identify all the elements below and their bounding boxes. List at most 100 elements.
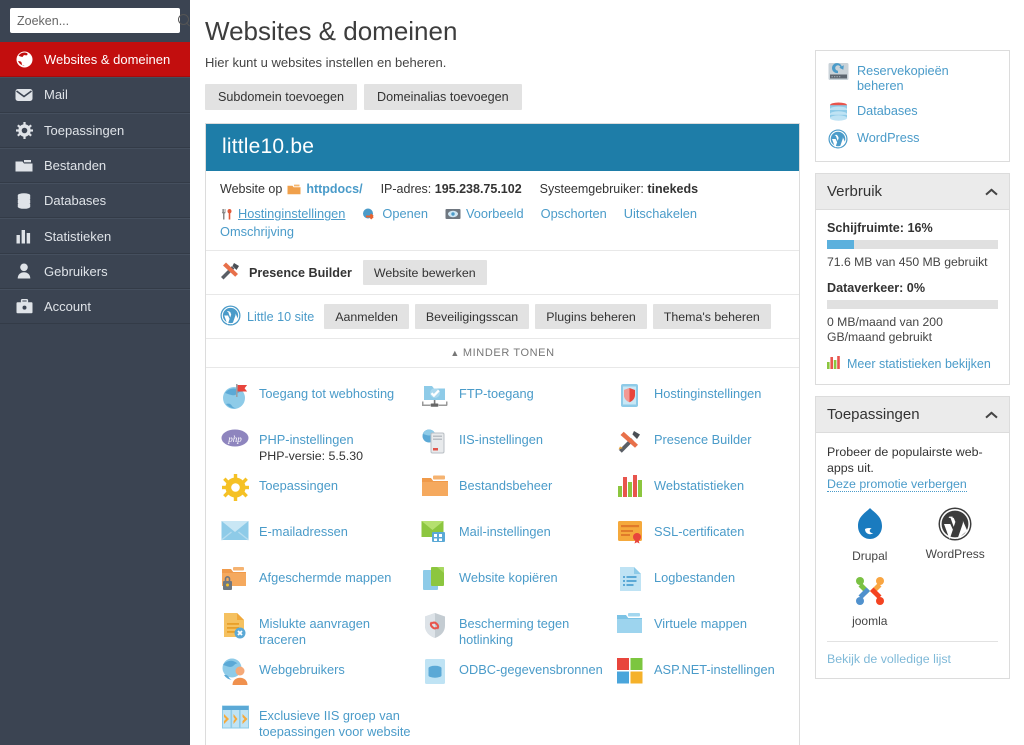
search-box[interactable] bbox=[10, 8, 189, 33]
quick-links-panel: Reservekopieën beheren Databases WordPre… bbox=[815, 50, 1010, 162]
chevron-up-icon[interactable] bbox=[985, 188, 998, 196]
sidebar-item-statistieken[interactable]: Statistieken bbox=[0, 218, 190, 254]
grid-item-toepassingen[interactable]: Toepassingen bbox=[220, 474, 420, 520]
grid-item-toegang-tot-webhosting[interactable]: Toegang tot webhosting bbox=[220, 382, 420, 428]
grid-item-iis-instellingen[interactable]: IIS-instellingen bbox=[420, 428, 615, 474]
grid-item-bestandsbeheer[interactable]: Bestandsbeheer bbox=[420, 474, 615, 520]
grid-item-link[interactable]: FTP-toegang bbox=[459, 386, 534, 402]
wordpress-site-link[interactable]: Little 10 site bbox=[247, 310, 314, 324]
sidebar-item-bestanden[interactable]: Bestanden bbox=[0, 147, 190, 184]
more-statistics-link[interactable]: Meer statistieken bekijken bbox=[847, 357, 991, 371]
action-hostinginstellingen[interactable]: Hostinginstellingen bbox=[220, 205, 345, 223]
presence-builder-row: Presence Builder Website bewerken bbox=[206, 251, 799, 295]
applications-panel-header[interactable]: Toepassingen bbox=[816, 397, 1009, 433]
sidebar-item-mail[interactable]: Mail bbox=[0, 77, 190, 113]
quick-link-label[interactable]: Reservekopieën beheren bbox=[857, 62, 998, 94]
action-voorbeeld[interactable]: Voorbeeld bbox=[445, 205, 524, 223]
grid-item-text: Hostinginstellingen bbox=[654, 382, 761, 402]
action-opschorten[interactable]: Opschorten bbox=[541, 205, 607, 223]
action-omschrijving[interactable]: Omschrijving bbox=[220, 223, 294, 241]
grid-item-link[interactable]: IIS-instellingen bbox=[459, 432, 543, 448]
sidebar-item-databases[interactable]: Databases bbox=[0, 183, 190, 219]
wp-security-scan-button[interactable]: Beveiligingsscan bbox=[414, 304, 530, 329]
grid-item-exclusieve-iis-groep[interactable]: Exclusieve IIS groep van toepassingen vo… bbox=[220, 704, 420, 745]
action-label[interactable]: Openen bbox=[382, 205, 428, 223]
grid-item-bescherming-tegen-hotlinking[interactable]: Bescherming tegen hotlinking bbox=[420, 612, 615, 658]
app-wordpress[interactable]: WordPress bbox=[913, 504, 999, 563]
grid-item-link[interactable]: Webstatistieken bbox=[654, 478, 744, 494]
grid-item-webgebruikers[interactable]: Webgebruikers bbox=[220, 658, 420, 704]
quick-link-databases[interactable]: Databases bbox=[827, 102, 998, 121]
action-label[interactable]: Opschorten bbox=[541, 205, 607, 223]
grid-item-link[interactable]: Toegang tot webhosting bbox=[259, 386, 394, 402]
grid-item-aspnet-instellingen[interactable]: ASP.NET-instellingen bbox=[615, 658, 785, 704]
grid-item-link[interactable]: ASP.NET-instellingen bbox=[654, 662, 775, 678]
action-label[interactable]: Hostinginstellingen bbox=[238, 205, 345, 223]
wp-manage-plugins-button[interactable]: Plugins beheren bbox=[535, 304, 647, 329]
hide-promo-link[interactable]: Deze promotie verbergen bbox=[827, 477, 967, 492]
grid-item-link[interactable]: Mislukte aanvragen traceren bbox=[259, 616, 414, 648]
grid-item-link[interactable]: Bestandsbeheer bbox=[459, 478, 552, 494]
action-openen[interactable]: Openen bbox=[362, 205, 428, 223]
grid-item-link[interactable]: ODBC-gegevensbronnen bbox=[459, 662, 603, 678]
action-uitschakelen[interactable]: Uitschakelen bbox=[624, 205, 697, 223]
grid-item-link[interactable]: SSL-certificaten bbox=[654, 524, 744, 540]
grid-item-ftp-toegang[interactable]: FTP-toegang bbox=[420, 382, 615, 428]
grid-item-hostinginstellingen[interactable]: Hostinginstellingen bbox=[615, 382, 785, 428]
action-label[interactable]: Voorbeeld bbox=[466, 205, 524, 223]
grid-item-php-instellingen[interactable]: php PHP-instellingen PHP-versie: 5.5.30 bbox=[220, 428, 420, 474]
grid-item-link[interactable]: Webgebruikers bbox=[259, 662, 345, 678]
docroot-link[interactable]: httpdocs/ bbox=[306, 180, 362, 198]
quick-link-label[interactable]: Databases bbox=[857, 102, 918, 119]
app-joomla[interactable]: joomla bbox=[827, 571, 913, 628]
sidebar-item-gebruikers[interactable]: Gebruikers bbox=[0, 253, 190, 290]
grid-item-link[interactable]: Afgeschermde mappen bbox=[259, 570, 391, 586]
show-less-toggle[interactable]: ▲ MINDER TONEN bbox=[206, 339, 799, 368]
sidebar-item-label: Databases bbox=[44, 193, 107, 209]
quick-link-wordpress[interactable]: WordPress bbox=[827, 129, 998, 149]
grid-item-website-kopieren[interactable]: Website kopiëren bbox=[420, 566, 615, 612]
grid-item-logbestanden[interactable]: Logbestanden bbox=[615, 566, 785, 612]
grid-item-link[interactable]: Virtuele mappen bbox=[654, 616, 747, 632]
grid-item-afgeschermde-mappen[interactable]: Afgeschermde mappen bbox=[220, 566, 420, 612]
grid-item-e-mailadressen[interactable]: E-mailadressen bbox=[220, 520, 420, 566]
grid-item-link[interactable]: Website kopiëren bbox=[459, 570, 558, 586]
add-subdomain-button[interactable]: Subdomein toevoegen bbox=[205, 84, 358, 110]
grid-item-mislukte-aanvragen-traceren[interactable]: Mislukte aanvragen traceren bbox=[220, 612, 420, 658]
grid-item-link[interactable]: Exclusieve IIS groep van toepassingen vo… bbox=[259, 708, 414, 740]
sidebar-nav: Websites & domeinen Mail Toepassingen Be… bbox=[0, 42, 190, 325]
grid-item-odbc-gegevensbronnen[interactable]: ODBC-gegevensbronnen bbox=[420, 658, 615, 704]
more-statistics-row[interactable]: Meer statistieken bekijken bbox=[827, 356, 998, 372]
full-list-link[interactable]: Bekijk de volledige lijst bbox=[827, 642, 998, 666]
grid-item-presence-builder[interactable]: Presence Builder bbox=[615, 428, 785, 474]
grid-item-ssl-certificaten[interactable]: SSL-certificaten bbox=[615, 520, 785, 566]
sidebar-item-toepassingen[interactable]: Toepassingen bbox=[0, 112, 190, 148]
sidebar-item-account[interactable]: Account bbox=[0, 289, 190, 325]
search-input[interactable] bbox=[17, 13, 178, 28]
grid-item-link[interactable]: Hostinginstellingen bbox=[654, 386, 761, 402]
grid-item-link[interactable]: Toepassingen bbox=[259, 478, 338, 494]
action-label[interactable]: Omschrijving bbox=[220, 223, 294, 241]
grid-item-link[interactable]: PHP-instellingen bbox=[259, 432, 363, 448]
app-drupal[interactable]: Drupal bbox=[827, 504, 913, 563]
grid-item-link[interactable]: Logbestanden bbox=[654, 570, 735, 586]
grid-item-link[interactable]: Presence Builder bbox=[654, 432, 751, 448]
grid-item-link[interactable]: Bescherming tegen hotlinking bbox=[459, 616, 614, 648]
promo-text: Probeer de populairste web-apps uit. bbox=[827, 445, 983, 475]
chevron-up-icon[interactable] bbox=[985, 411, 998, 419]
wp-login-button[interactable]: Aanmelden bbox=[324, 304, 409, 329]
edit-website-button[interactable]: Website bewerken bbox=[362, 260, 487, 285]
grid-item-link[interactable]: E-mailadressen bbox=[259, 524, 348, 540]
wp-manage-themes-button[interactable]: Thema's beheren bbox=[652, 304, 771, 329]
grid-item-virtuele-mappen[interactable]: Virtuele mappen bbox=[615, 612, 785, 658]
quick-link-label[interactable]: WordPress bbox=[857, 129, 920, 146]
add-domain-alias-button[interactable]: Domeinalias toevoegen bbox=[364, 84, 522, 110]
sidebar-item-websites-domeinen[interactable]: Websites & domeinen bbox=[0, 42, 190, 78]
grid-item-mail-instellingen[interactable]: Mail-instellingen bbox=[420, 520, 615, 566]
grid-item-webstatistieken[interactable]: Webstatistieken bbox=[615, 474, 785, 520]
grid-item-link[interactable]: Mail-instellingen bbox=[459, 524, 551, 540]
usage-panel-title: Verbruik bbox=[827, 183, 883, 200]
action-label[interactable]: Uitschakelen bbox=[624, 205, 697, 223]
usage-panel-header[interactable]: Verbruik bbox=[816, 174, 1009, 210]
quick-link-backups[interactable]: Reservekopieën beheren bbox=[827, 62, 998, 94]
